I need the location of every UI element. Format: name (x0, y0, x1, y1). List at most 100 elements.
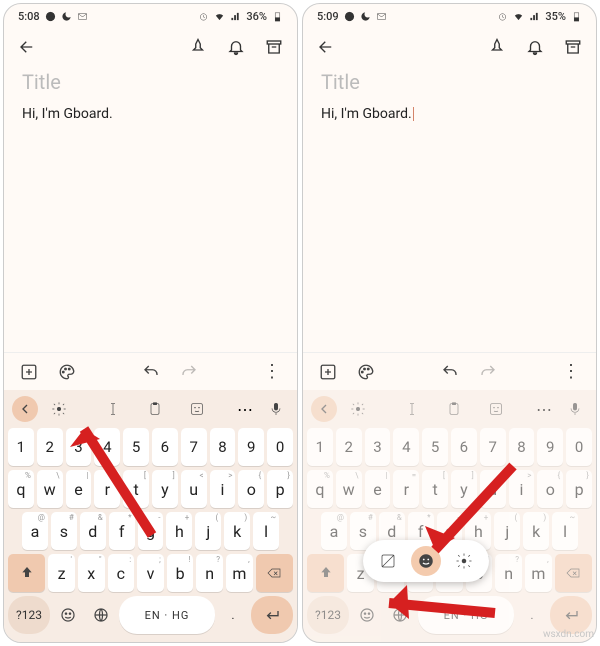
more-icon[interactable]: ⋮ (562, 361, 580, 382)
key-l[interactable]: l~ (253, 512, 279, 550)
chevron-left-icon[interactable] (12, 396, 38, 422)
key-b[interactable]: b! (167, 554, 194, 592)
more-icon[interactable]: ⋮ (263, 361, 281, 382)
more-dots-icon[interactable]: ⋯ (536, 400, 554, 419)
key-w[interactable]: w\ (37, 470, 63, 508)
key-5[interactable]: 5 (123, 428, 149, 466)
back-icon[interactable] (317, 38, 335, 56)
language-key[interactable] (86, 596, 116, 634)
key-p[interactable]: p} (566, 470, 592, 508)
pin-icon[interactable] (189, 38, 207, 56)
sticker-icon[interactable] (488, 401, 504, 417)
symbols-key[interactable]: ?123 (8, 596, 50, 634)
mic-icon[interactable] (263, 396, 289, 422)
palette-icon[interactable] (357, 363, 375, 381)
key-d[interactable]: d& (80, 512, 106, 550)
key-w[interactable]: w\ (336, 470, 362, 508)
key-q[interactable]: q% (8, 470, 34, 508)
key-4[interactable]: 4 (94, 428, 120, 466)
palette-icon[interactable] (58, 363, 76, 381)
undo-icon[interactable] (142, 363, 160, 381)
clipboard-icon[interactable] (147, 401, 163, 417)
enter-key[interactable] (251, 596, 293, 634)
key-q[interactable]: q% (307, 470, 333, 508)
key-6[interactable]: 6 (451, 428, 477, 466)
key-u[interactable]: u< (181, 470, 207, 508)
shift-key[interactable] (8, 554, 45, 592)
reminder-icon[interactable] (526, 38, 544, 56)
spacebar-key[interactable]: EN · HG (418, 596, 514, 634)
redo-icon[interactable] (180, 363, 198, 381)
key-m[interactable]: m, (226, 554, 253, 592)
key-1[interactable]: 1 (307, 428, 333, 466)
note-body[interactable]: Hi, I'm Gboard. (22, 106, 279, 122)
note-editor[interactable]: Title Hi, I'm Gboard. (303, 64, 596, 352)
key-7[interactable]: 7 (480, 428, 506, 466)
key-i[interactable]: i> (210, 470, 236, 508)
key-m[interactable]: m, (525, 554, 552, 592)
gear-icon[interactable] (46, 396, 72, 422)
key-h[interactable]: h+ (166, 512, 192, 550)
key-r[interactable]: r= (94, 470, 120, 508)
key-a[interactable]: a@ (22, 512, 48, 550)
key-j[interactable]: j( (195, 512, 221, 550)
key-e[interactable]: e| (365, 470, 391, 508)
key-0[interactable]: 0 (267, 428, 293, 466)
chevron-left-icon[interactable] (311, 396, 337, 422)
key-p[interactable]: p} (267, 470, 293, 508)
sticker-icon[interactable] (189, 401, 205, 417)
key-z[interactable]: z' (48, 554, 75, 592)
key-8[interactable]: 8 (210, 428, 236, 466)
key-y[interactable]: y] (152, 470, 178, 508)
key-9[interactable]: 9 (537, 428, 563, 466)
redo-icon[interactable] (479, 363, 497, 381)
key-c[interactable]: c: (108, 554, 135, 592)
key-t[interactable]: t[ (123, 470, 149, 508)
key-6[interactable]: 6 (152, 428, 178, 466)
key-4[interactable]: 4 (393, 428, 419, 466)
clipboard-icon[interactable] (446, 401, 462, 417)
gear-icon[interactable] (345, 396, 371, 422)
key-n[interactable]: n? (196, 554, 223, 592)
popup-gear-icon[interactable] (449, 546, 479, 576)
archive-icon[interactable] (265, 38, 283, 56)
title-placeholder[interactable]: Title (321, 70, 578, 94)
archive-icon[interactable] (564, 38, 582, 56)
key-o[interactable]: o{ (238, 470, 264, 508)
add-box-icon[interactable] (319, 363, 337, 381)
backspace-key[interactable] (555, 554, 592, 592)
key-g[interactable]: g- (138, 512, 164, 550)
key-2[interactable]: 2 (336, 428, 362, 466)
undo-icon[interactable] (441, 363, 459, 381)
key-e[interactable]: e| (66, 470, 92, 508)
key-7[interactable]: 7 (181, 428, 207, 466)
key-5[interactable]: 5 (422, 428, 448, 466)
popup-emoji-icon[interactable] (411, 546, 441, 576)
key-s[interactable]: s# (51, 512, 77, 550)
text-cursor-icon[interactable] (404, 401, 420, 417)
shift-key[interactable] (307, 554, 344, 592)
popup-expand-icon[interactable] (373, 546, 403, 576)
key-i[interactable]: i> (509, 470, 535, 508)
key-1[interactable]: 1 (8, 428, 34, 466)
symbols-key[interactable]: ?123 (307, 596, 349, 634)
key-k[interactable]: k) (523, 512, 549, 550)
language-key[interactable] (385, 596, 415, 634)
spacebar-key[interactable]: EN · HG (119, 596, 215, 634)
key-x[interactable]: x" (78, 554, 105, 592)
key-3[interactable]: 3 (66, 428, 92, 466)
key-8[interactable]: 8 (509, 428, 535, 466)
key-2[interactable]: 2 (37, 428, 63, 466)
key-t[interactable]: t[ (422, 470, 448, 508)
emoji-key[interactable] (352, 596, 382, 634)
pin-icon[interactable] (488, 38, 506, 56)
key-0[interactable]: 0 (566, 428, 592, 466)
key-j[interactable]: j( (494, 512, 520, 550)
text-cursor-icon[interactable] (105, 401, 121, 417)
emoji-key[interactable] (53, 596, 83, 634)
key-u[interactable]: u< (480, 470, 506, 508)
more-dots-icon[interactable]: ⋯ (237, 400, 255, 419)
key-v[interactable]: v; (137, 554, 164, 592)
add-box-icon[interactable] (20, 363, 38, 381)
key-9[interactable]: 9 (238, 428, 264, 466)
